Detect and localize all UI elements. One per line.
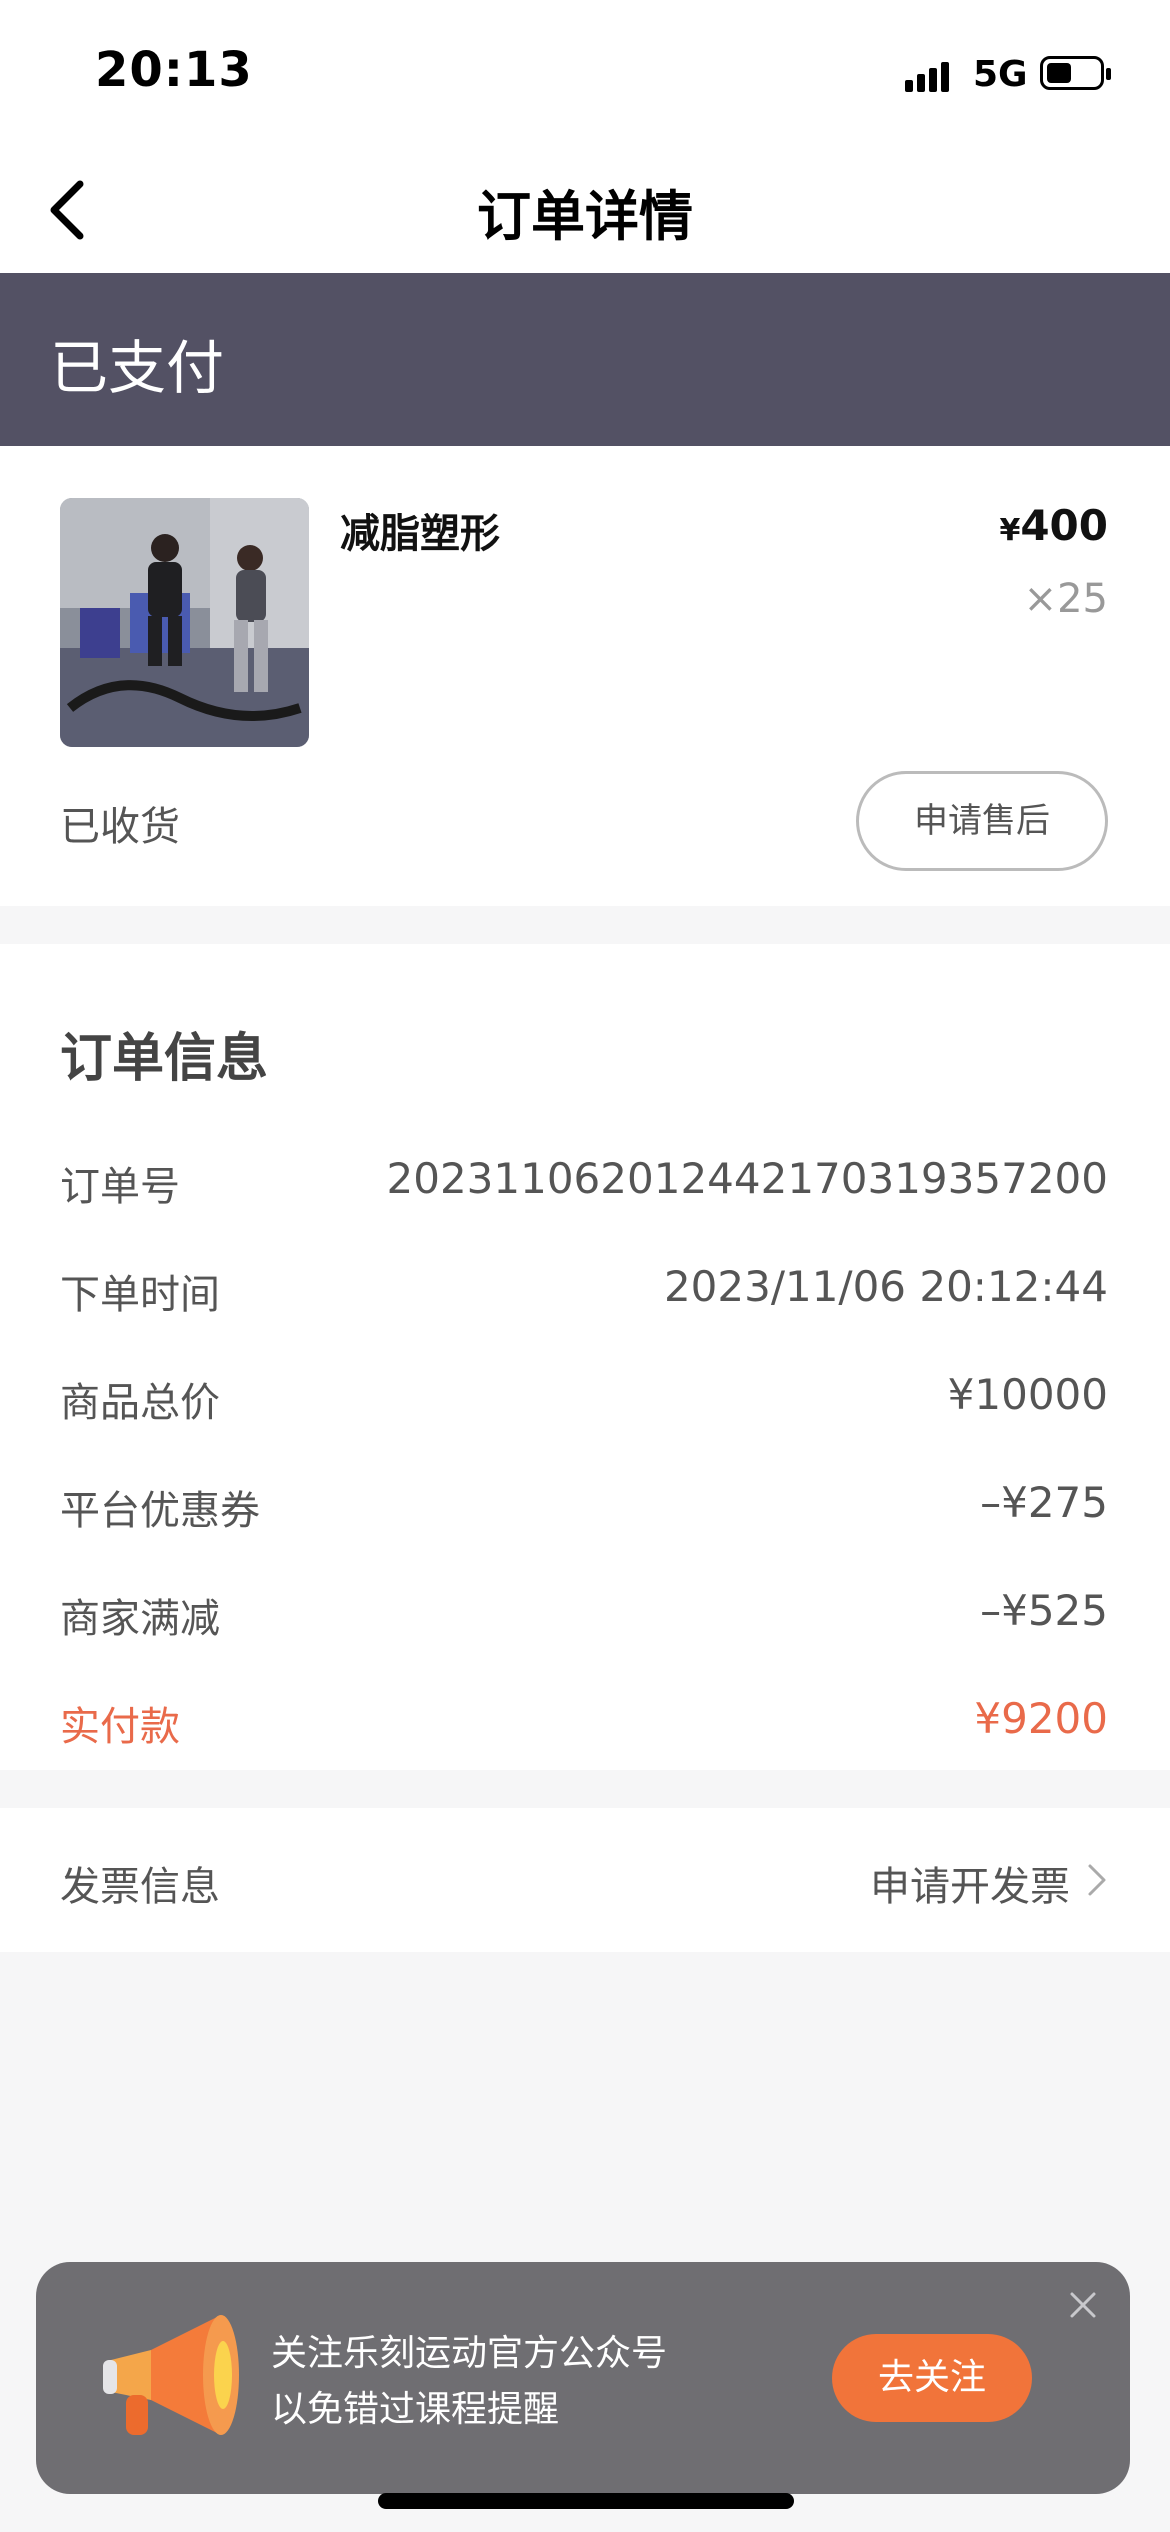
after-sale-button[interactable]: 申请售后: [856, 771, 1108, 871]
info-row-paid-amount: 实付款 ¥9200: [60, 1694, 1108, 1754]
info-value: 2023/11/06 20:12:44: [663, 1262, 1108, 1311]
info-row-order-time: 下单时间 2023/11/06 20:12:44: [60, 1262, 1108, 1322]
toast-line1: 关注乐刻运动官方公众号: [271, 2333, 668, 2374]
megaphone-icon: [91, 2300, 251, 2450]
product-name: 减脂塑形: [340, 511, 500, 557]
status-bar: 20:13 5G: [0, 0, 1170, 150]
price-currency: ¥: [999, 513, 1021, 548]
delivery-status: 已收货: [60, 804, 180, 850]
order-status-text: 已支付: [50, 334, 225, 402]
follow-toast: 关注乐刻运动官方公众号 以免错过课程提醒 去关注: [36, 2262, 1130, 2494]
invoice-action[interactable]: 申请开发票: [870, 1854, 1070, 1912]
info-label: 商家满减: [60, 1596, 220, 1642]
status-time: 20:13: [95, 42, 253, 98]
order-info-card: 订单信息 订单号 20231106201244217031935​7200 下单…: [0, 944, 1170, 1770]
info-value: –¥275: [980, 1478, 1108, 1527]
info-label: 下单时间: [60, 1272, 220, 1318]
order-status-banner: 已支付: [0, 273, 1170, 446]
nav-bar: 订单详情: [0, 150, 1170, 273]
info-row-order-number: 订单号 20231106201244217031935​7200: [60, 1154, 1108, 1214]
info-label: 商品总价: [60, 1380, 220, 1426]
price-value: 400: [1020, 501, 1108, 550]
network-label: 5G: [973, 54, 1028, 95]
invoice-row[interactable]: 发票信息 申请开发票: [0, 1808, 1170, 1952]
info-value: –¥525: [980, 1586, 1108, 1635]
signal-icon: [905, 60, 961, 92]
invoice-label: 发票信息: [60, 1864, 220, 1910]
info-value: ¥10000: [947, 1370, 1108, 1419]
info-row-merchant-discount: 商家满减 –¥525: [60, 1586, 1108, 1646]
info-value: ¥9200: [974, 1694, 1108, 1743]
product-thumbnail[interactable]: [60, 498, 309, 747]
info-row-total-price: 商品总价 ¥10000: [60, 1370, 1108, 1430]
home-indicator[interactable]: [378, 2493, 794, 2509]
close-icon[interactable]: [1066, 2288, 1100, 2322]
info-row-platform-coupon: 平台优惠券 –¥275: [60, 1478, 1108, 1538]
follow-button[interactable]: 去关注: [832, 2334, 1032, 2422]
info-label: 平台优惠券: [60, 1488, 260, 1534]
battery-icon: [1040, 56, 1111, 90]
product-card: 减脂塑形 ¥400 ×25 已收货 申请售后: [0, 446, 1170, 906]
product-quantity: ×25: [1023, 576, 1108, 622]
page-title: 订单详情: [477, 185, 693, 248]
info-label: 实付款: [60, 1704, 180, 1750]
order-info-title: 订单信息: [60, 1029, 269, 1089]
chevron-right-icon: [1088, 1864, 1106, 1896]
toast-line2: 以免错过课程提醒: [271, 2389, 560, 2430]
info-label: 订单号: [60, 1164, 180, 1210]
product-price: ¥400: [999, 501, 1108, 550]
info-value: 20231106201244217031935​7200: [386, 1154, 1109, 1203]
